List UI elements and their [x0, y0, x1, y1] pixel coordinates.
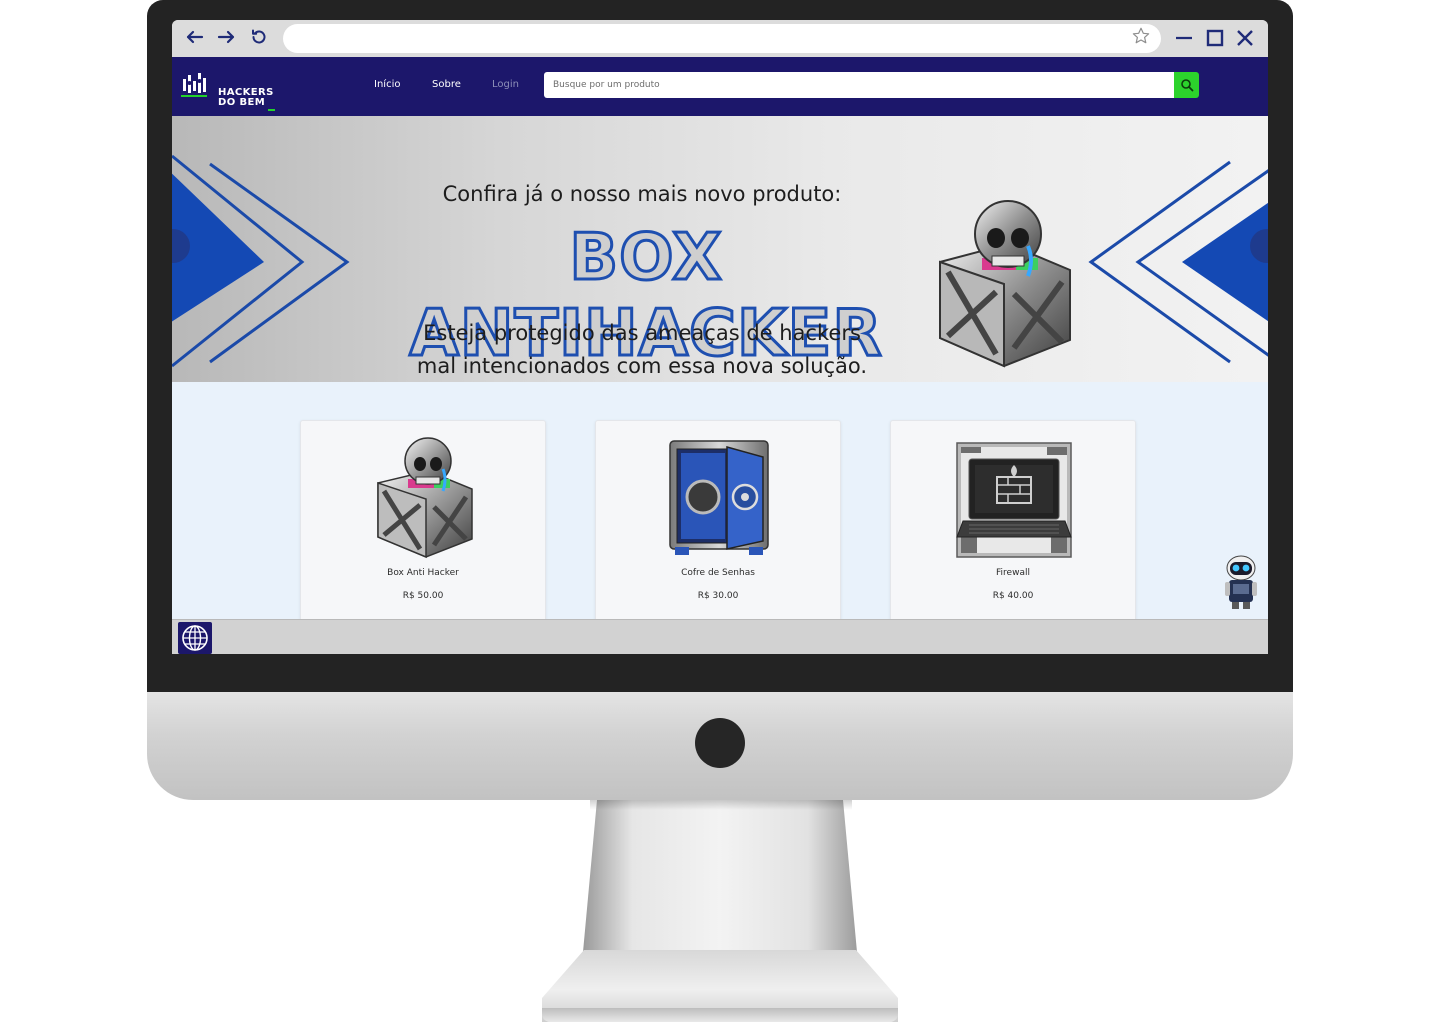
monitor-stand-base-edge — [542, 1008, 898, 1022]
minimize-icon — [1176, 36, 1192, 40]
logo-cursor — [268, 109, 275, 111]
product-card-firewall[interactable]: Firewall R$ 40.00 — [890, 420, 1136, 640]
banner-subtitle-line1: Esteja protegido das ameaças de hackers — [423, 321, 861, 345]
browser-toolbar — [172, 20, 1268, 57]
site-header: HACKERS DO BEM Início Sobre Login — [172, 57, 1268, 116]
globe-icon — [182, 625, 208, 651]
bookmark-button[interactable] — [1131, 26, 1151, 51]
product-price: R$ 40.00 — [992, 591, 1034, 601]
laptop-firewall-icon — [956, 442, 1072, 558]
banner-headline: Confira já o nosso mais novo produto: — [442, 182, 842, 206]
skull-box-icon — [377, 437, 473, 559]
reload-icon — [252, 29, 266, 44]
forward-button[interactable] — [214, 26, 238, 50]
arrow-right-icon — [217, 30, 235, 44]
robot-assistant-icon[interactable] — [1223, 554, 1259, 610]
search-input[interactable] — [544, 72, 1176, 98]
nav-link-sobre[interactable]: Sobre — [432, 79, 461, 90]
product-price: R$ 30.00 — [697, 591, 739, 601]
maximize-icon — [1206, 29, 1224, 47]
nav-link-inicio[interactable]: Início — [374, 79, 400, 90]
product-card-box-anti-hacker[interactable]: Box Anti Hacker R$ 50.00 — [300, 420, 546, 640]
close-button[interactable] — [1232, 24, 1258, 52]
minimize-button[interactable] — [1171, 24, 1197, 52]
safe-icon — [669, 440, 769, 555]
product-name: Cofre de Senhas — [681, 568, 755, 578]
hero-banner[interactable]: Confira já o nosso mais novo produto: BO… — [172, 116, 1268, 382]
search-button[interactable] — [1174, 72, 1199, 98]
close-icon — [1237, 30, 1253, 46]
skull-box-icon — [939, 200, 1071, 368]
taskbar — [172, 619, 1268, 654]
monitor-logo — [695, 718, 745, 768]
product-price: R$ 50.00 — [402, 591, 444, 601]
browser-launcher-button[interactable] — [178, 622, 212, 654]
monitor-stand-neck — [583, 800, 857, 952]
monitor-stand-shadow — [590, 800, 852, 810]
product-name: Firewall — [996, 568, 1030, 578]
logo-line2: DO BEM — [218, 97, 266, 108]
logo-mark-icon — [181, 73, 207, 97]
maximize-button[interactable] — [1202, 24, 1228, 52]
logo-text: HACKERS DO BEM — [218, 88, 274, 108]
reload-button[interactable] — [247, 26, 271, 50]
logo[interactable]: HACKERS DO BEM — [181, 69, 275, 111]
product-name: Box Anti Hacker — [387, 568, 459, 578]
address-bar[interactable] — [283, 24, 1161, 53]
screen: HACKERS DO BEM Início Sobre Login Confir… — [172, 20, 1268, 654]
banner-subtitle: Esteja protegido das ameaças de hackers … — [372, 317, 912, 382]
star-icon — [1132, 27, 1150, 44]
product-card-cofre-de-senhas[interactable]: Cofre de Senhas R$ 30.00 — [595, 420, 841, 640]
search-icon — [1180, 79, 1193, 92]
back-button[interactable] — [183, 26, 207, 50]
product-list: Box Anti Hacker R$ 50.00 Cofre de Senhas… — [172, 382, 1268, 640]
banner-subtitle-line2: mal intencionados com essa nova solução. — [416, 354, 868, 378]
chevron-decoration-left — [172, 154, 350, 368]
nav-link-login[interactable]: Login — [492, 79, 519, 90]
chevron-decoration-right — [1088, 160, 1268, 364]
arrow-left-icon — [186, 30, 204, 44]
